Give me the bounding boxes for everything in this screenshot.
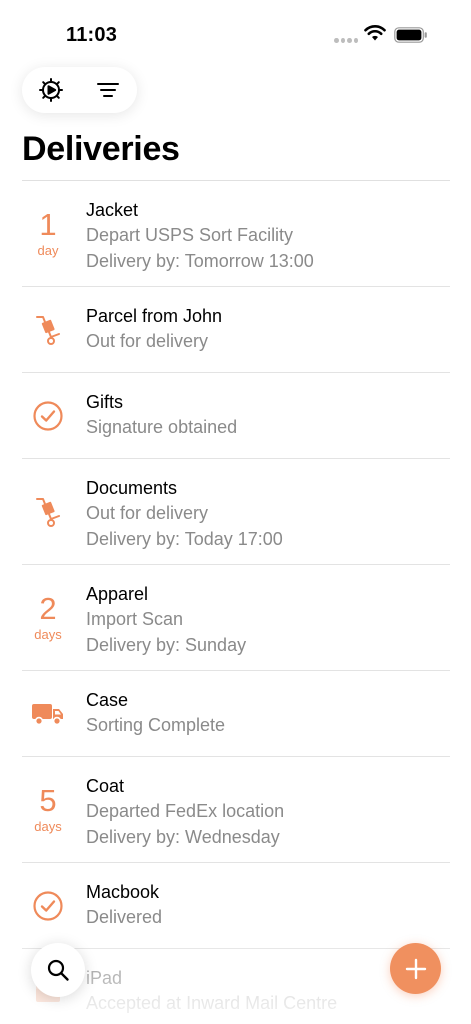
days-unit: day [37, 242, 59, 258]
delivery-row-gifts[interactable]: Gifts Signature obtained [22, 373, 450, 459]
delivery-row-apparel[interactable]: 2 days Apparel Import Scan Delivery by: … [22, 565, 450, 671]
deliveries-list: 1 day Jacket Depart USPS Sort Facility D… [22, 181, 450, 1024]
delivery-title: Case [86, 690, 129, 710]
plus-icon [405, 958, 426, 979]
filter-button[interactable] [79, 67, 136, 113]
checkmark-circle-icon [33, 400, 63, 431]
delivery-title: Gifts [86, 392, 124, 412]
delivery-status: Signature obtained [86, 417, 238, 437]
top-toolbar [22, 67, 137, 113]
add-delivery-button[interactable] [390, 943, 441, 994]
days-remaining: 2 days [22, 565, 74, 670]
status-bar: 11:03 [0, 0, 471, 60]
page-title: Deliveries [22, 130, 180, 168]
settings-button[interactable] [22, 67, 79, 113]
delivery-title: Apparel [86, 584, 149, 604]
search-button[interactable] [31, 943, 85, 997]
delivery-status: Out for delivery [86, 331, 209, 351]
delivery-eta: Delivery by: Sunday [86, 635, 247, 655]
days-unit: days [34, 818, 62, 834]
battery-icon [394, 27, 427, 43]
delivery-status: Depart USPS Sort Facility [86, 225, 294, 245]
hand-truck-icon [36, 315, 60, 345]
filter-lines-icon [96, 83, 119, 97]
delivery-title: Documents [86, 478, 178, 498]
delivery-eta: Delivery by: Today 17:00 [86, 529, 283, 549]
delivery-row-coat[interactable]: 5 days Coat Departed FedEx location Deli… [22, 757, 450, 863]
delivery-title: Parcel from John [86, 306, 223, 326]
days-remaining: 1 day [22, 181, 74, 286]
delivery-row-macbook[interactable]: Macbook Delivered [22, 863, 450, 949]
days-remaining: 5 days [22, 757, 74, 862]
wifi-icon [364, 25, 386, 41]
delivery-eta: Delivery by: Wednesday [86, 827, 280, 847]
status-time: 11:03 [66, 24, 118, 46]
days-unit: days [34, 626, 62, 642]
hand-truck-icon [36, 497, 60, 527]
cellular-signal-icon [334, 38, 358, 44]
search-icon [47, 959, 69, 981]
days-number: 5 [39, 782, 57, 818]
delivery-status: Import Scan [86, 609, 184, 629]
delivery-status: Accepted at Inward Mail Centre [86, 993, 338, 1013]
delivery-status: Delivered [86, 907, 163, 927]
delivery-status: Out for delivery [86, 503, 209, 523]
delivery-title: Coat [86, 776, 125, 796]
delivery-status: Departed FedEx location [86, 801, 285, 821]
delivery-row-ipad[interactable]: iPad Accepted at Inward Mail Centre [22, 949, 450, 1024]
delivery-row-parcel-from-john[interactable]: Parcel from John Out for delivery [22, 287, 450, 373]
delivery-row-documents[interactable]: Documents Out for delivery Delivery by: … [22, 459, 450, 565]
days-number: 2 [39, 590, 57, 626]
delivery-title: Macbook [86, 882, 160, 902]
truck-icon [32, 703, 63, 725]
checkmark-circle-icon [33, 890, 63, 921]
delivery-eta: Delivery by: Tomorrow 13:00 [86, 251, 314, 271]
delivery-status: Sorting Complete [86, 715, 226, 735]
gear-icon [38, 78, 63, 102]
delivery-title: Jacket [86, 200, 139, 220]
days-number: 1 [39, 206, 57, 242]
delivery-row-jacket[interactable]: 1 day Jacket Depart USPS Sort Facility D… [22, 181, 450, 287]
delivery-row-case[interactable]: Case Sorting Complete [22, 671, 450, 757]
